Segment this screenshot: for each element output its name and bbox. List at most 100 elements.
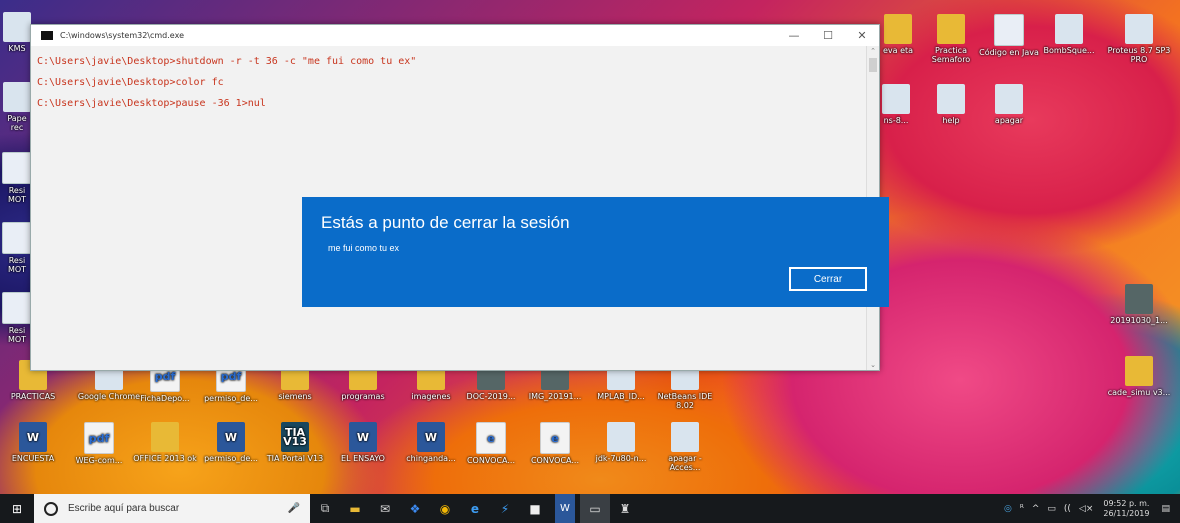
desktop-icon-label: ENCUESTA: [11, 454, 55, 463]
chevron-up-icon[interactable]: ^: [1028, 504, 1044, 514]
desktop-icon[interactable]: e CONVOCA...: [458, 422, 524, 465]
desktop-icon[interactable]: Código en Java: [976, 14, 1042, 57]
desktop-icon-label: 20191030_1...: [1110, 316, 1168, 325]
app-bolt-icon[interactable]: ⚡: [490, 494, 520, 523]
dropbox-icon[interactable]: ❖: [400, 494, 430, 523]
desktop-icon[interactable]: TIA V13 TIA Portal V13: [262, 422, 328, 463]
java-icon: [607, 422, 635, 452]
minimize-button[interactable]: —: [777, 25, 811, 46]
desktop-icon-label: apagar: [994, 116, 1024, 125]
people-icon[interactable]: ᴿ: [1016, 504, 1028, 514]
clock[interactable]: 09:52 p. m. 26/11/2019: [1103, 499, 1149, 519]
desktop-icon[interactable]: apagar - Acces...: [652, 422, 718, 472]
task-view-icon[interactable]: ⧉: [310, 494, 340, 523]
app-box-icon[interactable]: ■: [520, 494, 550, 523]
proteus-icon: [1125, 14, 1153, 44]
scroll-up-icon[interactable]: ⌃: [867, 46, 879, 56]
desktop-icon[interactable]: W EL ENSAYO: [330, 422, 396, 463]
desktop-icon-label: CONVOCA...: [466, 456, 516, 465]
desktop-icon-label: cade_simu v3...: [1107, 388, 1171, 397]
paint-icon[interactable]: ♜: [610, 494, 640, 523]
wifi-icon[interactable]: ((: [1060, 504, 1075, 514]
desktop-icon[interactable]: cade_simu v3...: [1104, 356, 1174, 397]
folder-icon: [151, 422, 179, 452]
file-explorer-icon[interactable]: ▬: [340, 494, 370, 523]
tia-portal-icon: TIA V13: [281, 422, 309, 452]
desktop-icon-label: apagar - Acces...: [668, 454, 702, 472]
start-button[interactable]: ⊞: [0, 494, 34, 523]
word-taskbar-icon[interactable]: W: [555, 494, 575, 523]
desktop-icon[interactable]: apagar: [976, 84, 1042, 125]
desktop-icon[interactable]: jdk-7u80-n...: [588, 422, 654, 463]
desktop-icon-label: FichaDepo...: [140, 394, 190, 403]
desktop-icon-label: Resi MOT: [7, 326, 27, 344]
desktop-icon[interactable]: 20191030_1...: [1104, 284, 1174, 325]
desktop-icon[interactable]: Resi MOT: [2, 222, 32, 274]
battery-icon[interactable]: ▭: [1043, 504, 1060, 514]
notifications-icon[interactable]: ▤: [1157, 504, 1174, 514]
desktop-icon-label: PRACTICAS: [10, 392, 56, 401]
edge-icon[interactable]: e: [460, 494, 490, 523]
desktop-icon[interactable]: eva eta: [878, 14, 918, 55]
desktop-icon[interactable]: W chinganda...: [398, 422, 464, 463]
shortcut-icon: [995, 84, 1023, 114]
desktop-icon-label: IMG_20191...: [528, 392, 582, 401]
desktop-icon-label: siemens: [278, 392, 312, 401]
desktop-icon-label: Google Chrome: [77, 392, 141, 401]
scroll-down-icon[interactable]: ⌄: [867, 360, 879, 370]
pdf-icon: pdf: [84, 422, 114, 454]
desktop-icon-label: Pape rec: [7, 114, 27, 132]
folder-icon: [1125, 356, 1153, 386]
maximize-button[interactable]: ☐: [811, 25, 845, 46]
document-icon: [994, 14, 1024, 46]
desktop-icon-label: DOC-2019...: [466, 392, 516, 401]
chrome-icon[interactable]: ◉: [430, 494, 460, 523]
desktop-icon[interactable]: Resi MOT: [2, 292, 32, 344]
desktop-icon[interactable]: BombSque...: [1036, 14, 1102, 55]
console-line: C:\Users\javie\Desktop>color fc: [37, 77, 224, 88]
window-controls: — ☐ ✕: [777, 25, 879, 46]
search-box[interactable]: Escribe aquí para buscar 🎤: [34, 494, 310, 523]
clock-date: 26/11/2019: [1103, 508, 1150, 518]
desktop-icon-label: TIA Portal V13: [266, 454, 324, 463]
desktop-icon-label: CONVOCA...: [530, 456, 580, 465]
console-line: C:\Users\javie\Desktop>shutdown -r -t 36…: [37, 56, 417, 67]
desktop-icon-label: EL ENSAYO: [341, 454, 385, 463]
desktop-icon[interactable]: OFFICE 2013 ok: [132, 422, 198, 463]
cmd-taskbar-icon[interactable]: ▭: [580, 494, 610, 523]
network-app-icon[interactable]: ◎: [1000, 504, 1016, 514]
desktop-icon[interactable]: KMS: [2, 12, 32, 53]
scroll-thumb[interactable]: [869, 58, 877, 72]
recycle-bin-icon: [3, 82, 31, 112]
desktop-icon[interactable]: W permiso_de...: [198, 422, 264, 463]
dialog-title: Estás a punto de cerrar la sesión: [321, 213, 570, 232]
desktop-icon-label: permiso_de...: [204, 394, 258, 403]
microphone-icon[interactable]: 🎤: [288, 503, 300, 514]
desktop-icon-label: Proteus 8.7 SP3 PRO: [1107, 46, 1171, 64]
desktop-icon[interactable]: Proteus 8.7 SP3 PRO: [1104, 14, 1174, 64]
desktop-icon-label: MPLAB_ID...: [597, 392, 645, 401]
volume-muted-icon[interactable]: ◁×: [1075, 504, 1097, 514]
clock-time: 09:52 p. m.: [1103, 498, 1150, 508]
close-dialog-button[interactable]: Cerrar: [789, 267, 867, 291]
desktop-icon[interactable]: W ENCUESTA: [0, 422, 66, 463]
document-icon: [2, 222, 32, 254]
word-icon: W: [417, 422, 445, 452]
desktop-icon[interactable]: e CONVOCA...: [522, 422, 588, 465]
desktop-icon[interactable]: Resi MOT: [2, 152, 32, 204]
document-icon: [2, 292, 32, 324]
shortcut-icon: [671, 422, 699, 452]
desktop-icon-label: OFFICE 2013 ok: [133, 454, 197, 463]
desktop-icon[interactable]: Practica Semaforo: [918, 14, 984, 64]
signout-dialog: Estás a punto de cerrar la sesión me fui…: [302, 197, 889, 307]
desktop-icon-label: ns-8...: [883, 116, 909, 125]
mail-icon[interactable]: ✉: [370, 494, 400, 523]
desktop-icon[interactable]: ns-8...: [876, 84, 916, 125]
cmd-titlebar[interactable]: C:\windows\system32\cmd.exe — ☐ ✕: [31, 25, 879, 46]
desktop-icon[interactable]: help: [918, 84, 984, 125]
desktop-icon[interactable]: Pape rec: [2, 82, 32, 132]
app-icon: [3, 12, 31, 42]
desktop-icon[interactable]: pdf WEG-com...: [66, 422, 132, 465]
close-button[interactable]: ✕: [845, 25, 879, 46]
shortcut-icon: [937, 84, 965, 114]
